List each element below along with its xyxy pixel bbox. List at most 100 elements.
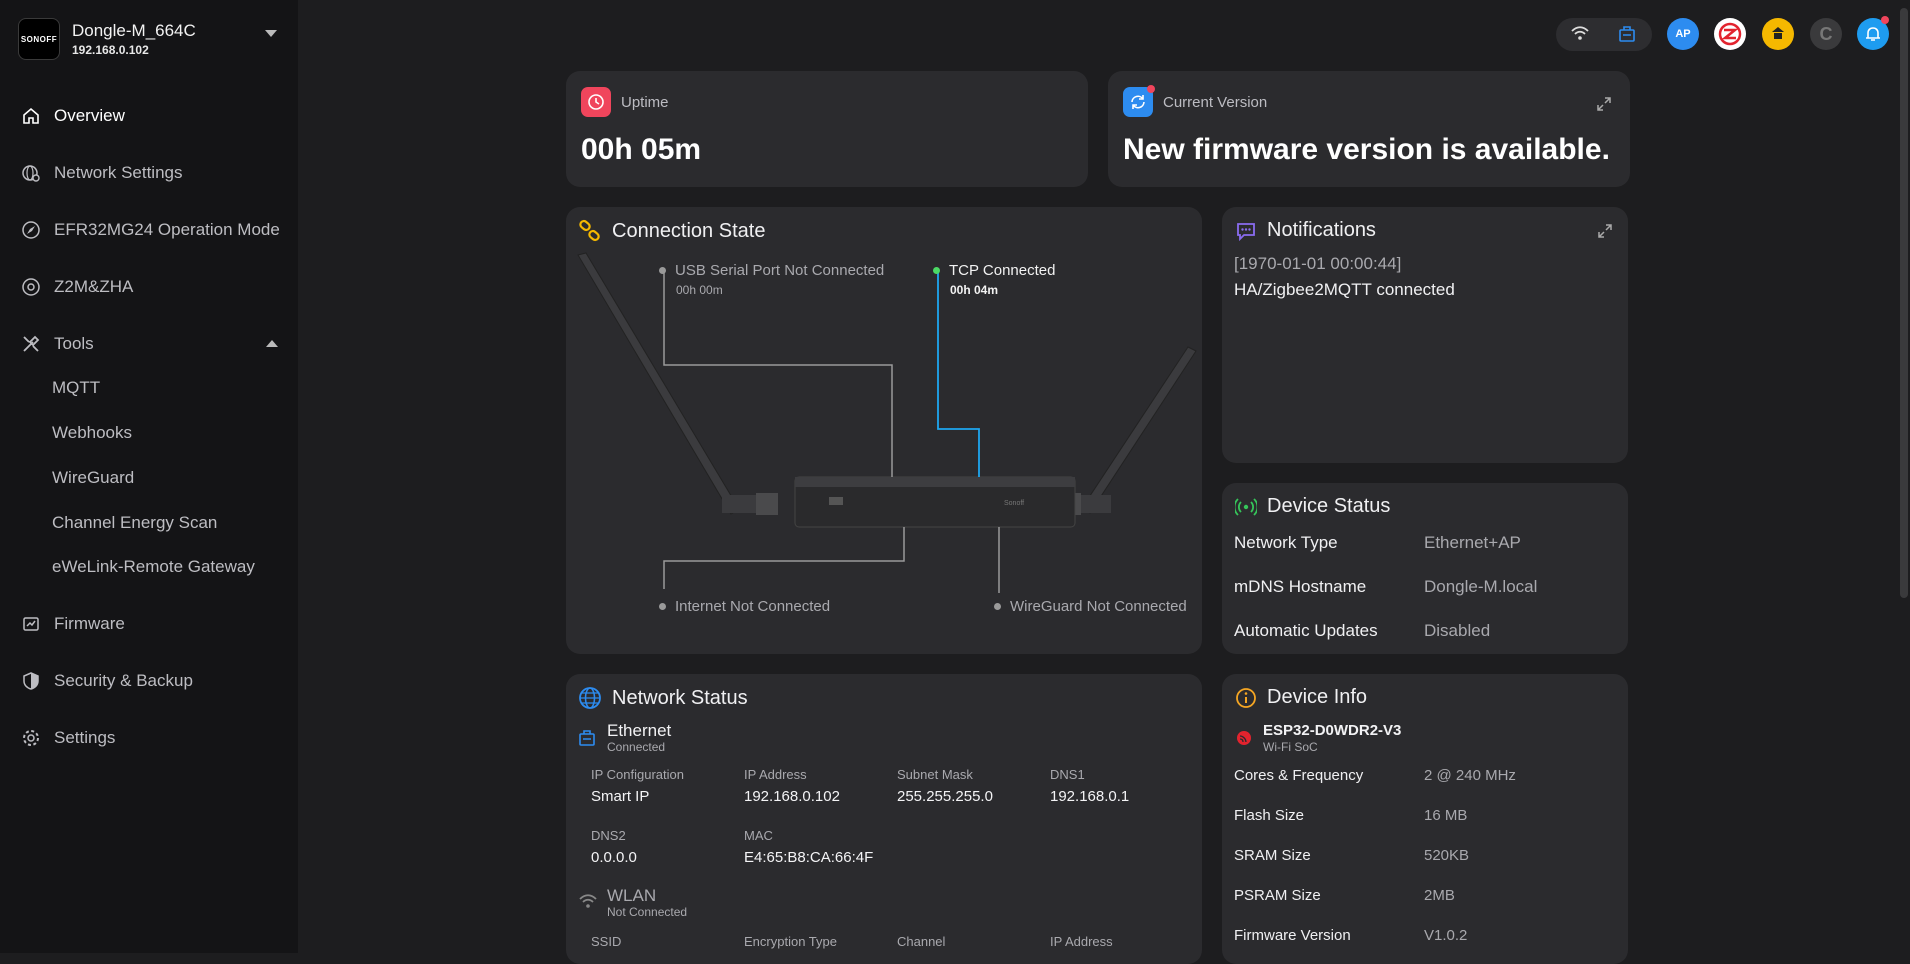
ap-icon[interactable]: AP xyxy=(1667,18,1699,50)
chip-type: Wi-Fi SoC xyxy=(1263,740,1318,754)
sidebar-subitem-wireguard[interactable]: WireGuard xyxy=(52,464,134,492)
sidebar-subitem-mqtt[interactable]: MQTT xyxy=(52,374,100,402)
ip-config-label: IP Configuration xyxy=(591,767,684,782)
globe-gear-icon xyxy=(20,162,42,184)
mdns-hostname-value: Dongle-M.local xyxy=(1424,577,1538,596)
version-card[interactable]: Current Version New firmware version is … xyxy=(1108,71,1630,187)
espressif-icon xyxy=(1236,730,1252,751)
dns2-label: DNS2 xyxy=(591,828,626,843)
ip-address-label: IP Address xyxy=(744,767,807,782)
globe-icon xyxy=(578,686,602,710)
version-label: Current Version xyxy=(1163,93,1268,111)
chip-name: ESP32-D0WDR2-V3 xyxy=(1263,722,1402,739)
tcp-status: TCP Connected xyxy=(933,262,1055,279)
mac-label: MAC xyxy=(744,828,773,843)
gear-icon xyxy=(20,727,42,749)
sidebar: SONOFF Dongle-M_664C 192.168.0.102 Overv… xyxy=(0,0,298,953)
ssid-label: SSID xyxy=(591,934,622,949)
subnet-mask-value: 255.255.255.0 xyxy=(897,788,993,805)
sidebar-item-label: Security & Backup xyxy=(54,671,193,690)
device-name: Dongle-M_664C xyxy=(72,21,196,40)
automatic-updates-value: Disabled xyxy=(1424,621,1491,640)
signal-icon xyxy=(1235,496,1257,518)
wireguard-status: WireGuard Not Connected xyxy=(994,598,1187,615)
device-dropdown-icon[interactable] xyxy=(265,30,277,37)
notifications-title: Notifications xyxy=(1267,219,1376,241)
info-icon xyxy=(1235,687,1257,709)
wlan-name: WLAN xyxy=(607,886,657,905)
sidebar-item-security-backup[interactable]: Security & Backup xyxy=(20,666,193,696)
ip-config-value: Smart IP xyxy=(591,788,650,805)
notification-message: HA/Zigbee2MQTT connected xyxy=(1234,280,1455,299)
clock-icon xyxy=(581,87,611,117)
expand-icon[interactable] xyxy=(1596,96,1612,112)
connection-state-card: Connection State Sonoff USB Serial Port … xyxy=(566,207,1202,654)
sidebar-item-settings[interactable]: Settings xyxy=(20,723,115,753)
ethernet-state: Connected xyxy=(607,740,666,754)
firmware-version-value: V1.0.2 xyxy=(1424,927,1468,944)
wifi-icon xyxy=(578,894,598,915)
cores-value: 2 @ 240 MHz xyxy=(1424,767,1516,784)
chat-icon xyxy=(1235,220,1257,242)
flash-size-label: Flash Size xyxy=(1234,807,1305,824)
flash-size-value: 16 MB xyxy=(1424,807,1468,824)
sidebar-item-label: Firmware xyxy=(54,614,125,633)
uptime-card: Uptime 00h 05m xyxy=(566,71,1088,187)
psram-size-label: PSRAM Size xyxy=(1234,887,1321,904)
dns1-value: 192.168.0.1 xyxy=(1050,788,1130,805)
sidebar-item-z2m-zha[interactable]: Z2M&ZHA xyxy=(20,272,133,302)
device-info-title: Device Info xyxy=(1267,686,1368,708)
sidebar-subitem-webhooks[interactable]: Webhooks xyxy=(52,419,132,447)
sidebar-item-operation-mode[interactable]: EFR32MG24 Operation Mode xyxy=(20,215,280,245)
matter-bridge-icon[interactable] xyxy=(1762,18,1794,50)
ethernet-icon xyxy=(578,729,596,752)
zigbee-icon[interactable] xyxy=(1714,18,1746,50)
wlan-state: Not Connected xyxy=(607,905,688,919)
version-value: New firmware version is available. xyxy=(1123,133,1610,166)
notification-timestamp: [1970-01-01 00:00:44] xyxy=(1234,254,1402,273)
firmware-version-label: Firmware Version xyxy=(1234,927,1351,944)
sidebar-item-label: Settings xyxy=(54,728,116,747)
c-icon[interactable]: C xyxy=(1810,18,1842,50)
scrollbar[interactable] xyxy=(1900,8,1908,598)
subnet-mask-label: Subnet Mask xyxy=(897,767,973,782)
dns1-label: DNS1 xyxy=(1050,767,1085,782)
tcp-time: 00h 04m xyxy=(950,283,999,297)
notifications-card[interactable]: Notifications [1970-01-01 00:00:44] HA/Z… xyxy=(1222,207,1628,463)
network-type-label: Network Type xyxy=(1234,533,1338,552)
device-ip: 192.168.0.102 xyxy=(72,43,149,57)
network-status-title: Network Status xyxy=(612,686,748,709)
automatic-updates-label: Automatic Updates xyxy=(1234,621,1378,640)
home-icon xyxy=(20,105,42,127)
wifi-icon[interactable] xyxy=(1564,18,1596,50)
ethernet-name: Ethernet xyxy=(607,721,672,740)
radar-icon xyxy=(20,276,42,298)
shield-icon xyxy=(20,670,42,692)
sidebar-item-firmware[interactable]: Firmware xyxy=(20,609,125,639)
channel-label: Channel xyxy=(897,934,946,949)
sidebar-item-overview[interactable]: Overview xyxy=(20,101,125,131)
usb-time: 00h 00m xyxy=(676,283,723,297)
sidebar-subitem-channel-energy-scan[interactable]: Channel Energy Scan xyxy=(52,509,217,537)
usb-status: USB Serial Port Not Connected xyxy=(659,262,884,279)
compass-icon xyxy=(20,219,42,241)
tools-collapse-icon[interactable] xyxy=(266,340,278,347)
sidebar-item-label: Tools xyxy=(54,334,94,353)
ethernet-icon[interactable] xyxy=(1611,18,1643,50)
sidebar-item-label: Overview xyxy=(54,106,125,125)
encryption-type-label: Encryption Type xyxy=(744,934,837,949)
update-icon xyxy=(1123,85,1155,117)
mdns-hostname-label: mDNS Hostname xyxy=(1234,577,1367,596)
sidebar-item-tools[interactable]: Tools xyxy=(20,329,94,359)
wlan-ip-address-label: IP Address xyxy=(1050,934,1113,949)
sidebar-item-label: Z2M&ZHA xyxy=(54,277,134,296)
sidebar-item-network-settings[interactable]: Network Settings xyxy=(20,158,183,188)
sidebar-item-label: Network Settings xyxy=(54,163,183,182)
expand-icon[interactable] xyxy=(1597,223,1613,239)
sidebar-subitem-ewelink-remote-gateway[interactable]: eWeLink-Remote Gateway xyxy=(52,553,255,581)
brand-logo: SONOFF xyxy=(18,18,60,60)
network-status-card: Network Status Ethernet Connected IP Con… xyxy=(566,674,1202,964)
bell-badge xyxy=(1881,16,1889,24)
tools-icon xyxy=(20,333,42,355)
psram-size-value: 2MB xyxy=(1424,887,1455,904)
